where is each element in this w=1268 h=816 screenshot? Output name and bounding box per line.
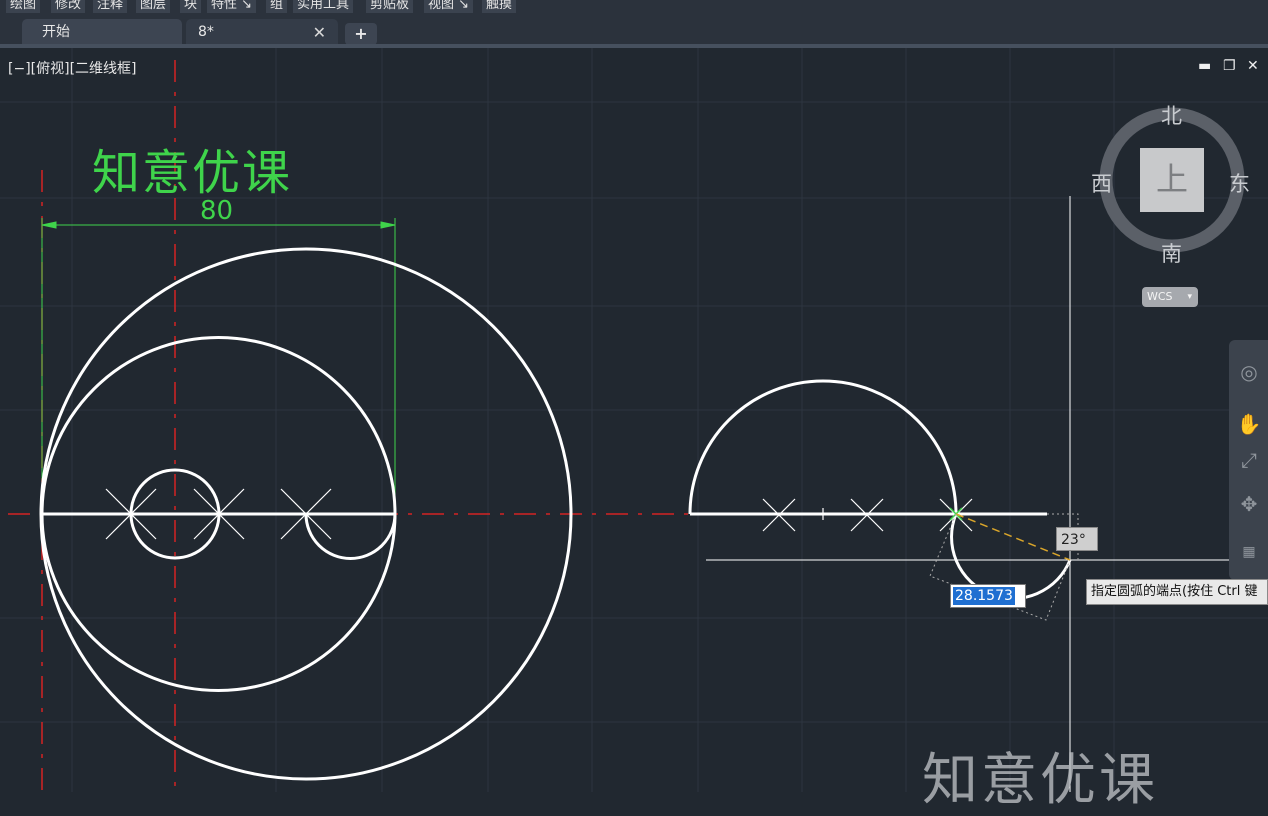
ribbon-panel-block[interactable]: 块: [180, 0, 202, 13]
angle-readout: 23°: [1056, 527, 1098, 551]
restore-icon[interactable]: ❐: [1223, 58, 1236, 74]
wcs-menu-button[interactable]: WCS ▾: [1142, 287, 1198, 307]
watermark-text-bottom: 知意优课: [922, 748, 1158, 813]
viewcube-east[interactable]: 东: [1229, 168, 1250, 198]
ribbon-panel-bar: 绘图 修改 注释 图层 块 特性 ↘ 组 实用工具 剪贴板 视图 ↘ 触摸: [0, 0, 1268, 13]
navigation-bar: ◎ ✋ ⤢ ✥ ▦: [1229, 340, 1268, 580]
showmotion-icon[interactable]: ▦: [1236, 544, 1262, 560]
pan-hand-icon[interactable]: ✋: [1236, 412, 1262, 436]
tab-start[interactable]: 开始: [22, 19, 182, 46]
right-upper-arc: [688, 379, 958, 515]
viewport-controls-label[interactable]: [−][俯视][二维线框]: [8, 58, 137, 78]
ribbon-panel-layers[interactable]: 图层: [136, 0, 171, 13]
zoom-extents-icon[interactable]: ⤢: [1236, 448, 1262, 472]
crosshair-cursor: [706, 196, 1268, 792]
ribbon-panel-clipboard[interactable]: 剪贴板: [366, 0, 414, 13]
wcs-label: WCS: [1147, 290, 1173, 303]
length-input[interactable]: 28.1573: [950, 584, 1026, 608]
file-tab-bar: 开始 8* ✕ +: [0, 13, 1268, 47]
ribbon-panel-annotate[interactable]: 注释: [93, 0, 128, 13]
command-prompt-tooltip: 指定圆弧的端点(按住 Ctrl 键: [1086, 579, 1268, 605]
close-icon[interactable]: ✕: [313, 19, 326, 46]
ribbon-panel-modify[interactable]: 修改: [51, 0, 86, 13]
ribbon-panel-touch[interactable]: 触摸: [482, 0, 517, 13]
ribbon-panel-properties[interactable]: 特性 ↘: [207, 0, 257, 13]
orbit-icon[interactable]: ✥: [1236, 492, 1262, 516]
tab-drawing-label: 8*: [198, 24, 214, 40]
ribbon-panel-groups[interactable]: 组: [266, 0, 288, 13]
lower-arc: [40, 513, 397, 692]
minimize-icon[interactable]: ▬: [1198, 58, 1211, 74]
length-input-value: 28.1573: [953, 587, 1015, 605]
chevron-down-icon: ▾: [1187, 292, 1192, 302]
ribbon-panel-view[interactable]: 视图 ↘: [424, 0, 474, 13]
upper-arc: [40, 336, 397, 515]
watermark-text-top: 知意优课: [92, 145, 293, 201]
close-viewport-icon[interactable]: ✕: [1247, 58, 1259, 74]
ribbon-panel-draw[interactable]: 绘图: [6, 0, 41, 13]
viewcube-south[interactable]: 南: [1161, 238, 1182, 268]
steering-wheel-icon[interactable]: ◎: [1236, 360, 1262, 384]
viewcube-west[interactable]: 西: [1091, 168, 1112, 198]
tab-start-label: 开始: [42, 24, 70, 40]
dimension-text[interactable]: 80: [200, 196, 233, 226]
ribbon-panel-utilities[interactable]: 实用工具: [293, 0, 354, 13]
tab-drawing-8[interactable]: 8* ✕: [186, 19, 338, 46]
viewcube-north[interactable]: 北: [1161, 100, 1182, 130]
new-tab-button[interactable]: +: [345, 23, 377, 45]
viewcube-top-face[interactable]: 上: [1140, 148, 1204, 212]
right-figure-geometry[interactable]: [688, 379, 1072, 600]
